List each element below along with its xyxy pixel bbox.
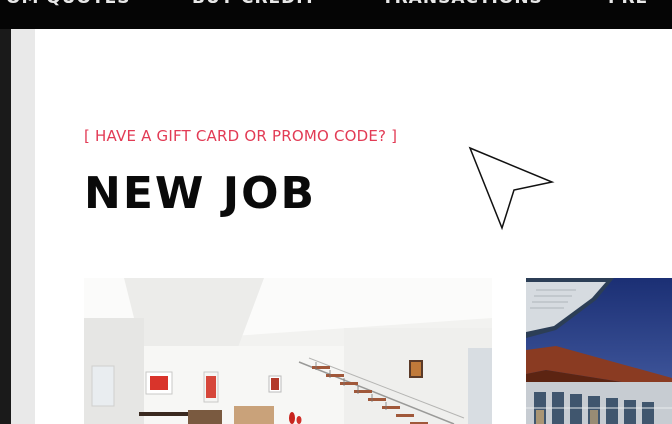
page-title: NEW JOB xyxy=(84,168,317,219)
top-navigation-bar: OM QUOTES BUY CREDIT TRANSACTIONS PRE xyxy=(0,0,672,29)
job-card-exterior[interactable] xyxy=(526,278,672,424)
arrow-cursor-icon xyxy=(468,146,555,231)
app-window: OM QUOTES BUY CREDIT TRANSACTIONS PRE [ … xyxy=(0,0,672,424)
interior-staircase-photo-icon xyxy=(84,278,492,424)
nav-item-transactions[interactable]: TRANSACTIONS xyxy=(382,0,543,8)
promo-code-link[interactable]: [ HAVE A GIFT CARD OR PROMO CODE? ] xyxy=(84,127,397,145)
house-exterior-photo-icon xyxy=(526,278,672,424)
left-gutter xyxy=(11,29,35,424)
nav-item-quotes[interactable]: OM QUOTES xyxy=(6,0,130,8)
left-border xyxy=(0,29,11,424)
nav-item-pre[interactable]: PRE xyxy=(608,0,648,8)
nav-item-buy-credit[interactable]: BUY CREDIT xyxy=(192,0,316,8)
job-card-interior[interactable] xyxy=(84,278,492,424)
